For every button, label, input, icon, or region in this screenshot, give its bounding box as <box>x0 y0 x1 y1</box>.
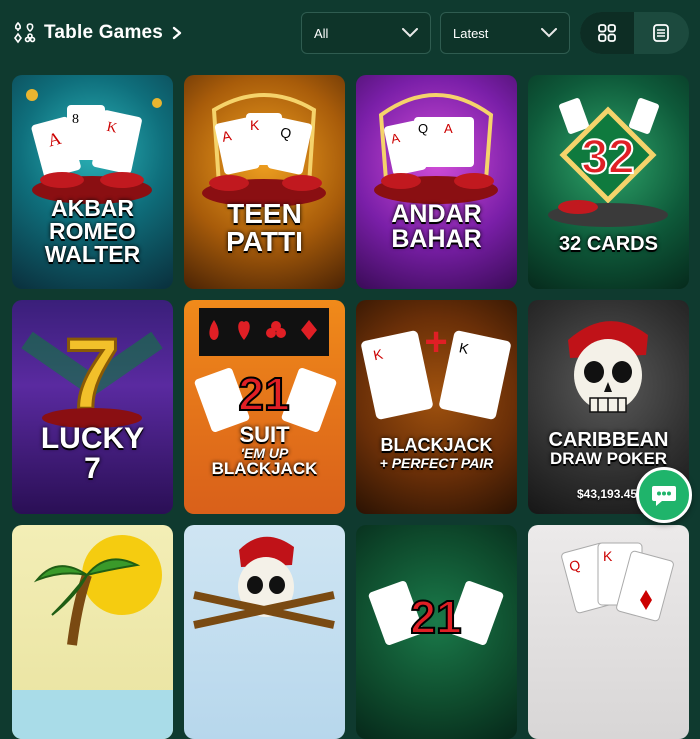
game-title-line: CARIBBEAN <box>548 429 669 451</box>
view-toggle <box>580 12 689 54</box>
game-artwork: 32 <box>548 98 668 227</box>
game-title-line: + PERFECT PAIR <box>379 455 494 471</box>
section-title: Table Games <box>44 22 164 43</box>
svg-text:A: A <box>444 121 453 136</box>
game-tile-pirate[interactable] <box>184 525 345 739</box>
game-title-akbar-romeo-walter: AKBAR ROMEO WALTER <box>12 197 173 266</box>
game-tile-32-cards[interactable]: 32 <box>528 75 689 289</box>
game-tile-cards-diamonds[interactable]: Q K <box>528 525 689 739</box>
svg-text:+: + <box>424 320 447 364</box>
filter-dropdown-value: All <box>314 25 329 41</box>
game-tile-island[interactable] <box>12 525 173 739</box>
card-suits-icon <box>14 21 36 44</box>
game-title-suit-em-up-blackjack: SUIT 'EM UP BLACKJACK <box>184 422 345 478</box>
section-title-link[interactable]: Table Games <box>12 18 183 48</box>
game-title-teen-patti: TEEN PATTI <box>184 200 345 256</box>
list-icon <box>653 24 669 42</box>
game-artwork <box>193 536 335 629</box>
grid-icon <box>598 24 616 42</box>
game-title-line: 7 <box>84 452 101 485</box>
chat-icon <box>652 486 676 506</box>
sort-dropdown-value: Latest <box>453 25 489 41</box>
jackpot-amount: $43,193.45 <box>577 487 638 501</box>
game-artwork: Q K <box>561 542 674 622</box>
game-badge: 21 <box>410 591 461 643</box>
svg-text:8: 8 <box>72 112 79 127</box>
game-title-line: BAHAR <box>391 225 482 253</box>
game-badge: 21 <box>238 368 289 420</box>
game-tile-blackjack-perfect-pair[interactable]: K K + <box>356 300 517 514</box>
chevron-down-icon <box>402 28 418 38</box>
game-title-andar-bahar: ANDAR BAHAR <box>356 202 517 252</box>
list-view-button[interactable] <box>634 12 688 54</box>
game-title-blackjack-perfect-pair: BLACKJACK + PERFECT PAIR <box>356 436 517 470</box>
game-artwork: K K + <box>361 320 511 420</box>
chevron-down-icon <box>541 28 557 38</box>
game-title-line: 32 CARDS <box>559 233 658 255</box>
game-title-lucky-7: LUCKY 7 <box>12 424 173 484</box>
live-chat-button[interactable] <box>636 467 692 523</box>
game-tile-blackjack-21[interactable]: 21 <box>356 525 517 739</box>
page-header: Table Games All Latest <box>0 0 700 70</box>
game-tile-andar-bahar[interactable]: A Q A <box>356 75 517 289</box>
game-title-32-cards: 32 CARDS <box>528 234 689 254</box>
game-artwork: A Q A <box>374 93 498 204</box>
game-title-line: BLACKJACK <box>211 459 318 478</box>
grid-view-button[interactable] <box>580 12 634 54</box>
game-artwork <box>12 535 173 739</box>
game-title-line: TEEN <box>227 198 302 229</box>
game-title-line: ROMEO <box>49 218 136 244</box>
game-artwork: 21 <box>368 580 504 646</box>
chevron-right-icon <box>172 26 182 40</box>
game-title-line: PATTI <box>226 226 303 257</box>
game-title-line: ANDAR <box>391 200 482 228</box>
game-badge: 32 <box>581 131 634 184</box>
sort-dropdown[interactable]: Latest <box>440 12 570 54</box>
svg-text:K: K <box>603 548 613 564</box>
game-tile-suit-em-up-blackjack[interactable]: 21 <box>184 300 345 514</box>
svg-text:K: K <box>250 117 260 133</box>
game-title-line: WALTER <box>44 241 141 267</box>
game-title-line: BLACKJACK <box>380 435 493 455</box>
svg-text:Q: Q <box>418 121 428 136</box>
game-title-line: SUIT <box>239 422 290 447</box>
game-title-line: AKBAR <box>50 195 135 221</box>
game-title-caribbean-draw-poker: CARIBBEAN DRAW POKER <box>528 430 689 467</box>
game-title-line: 'EM UP <box>240 445 289 461</box>
filter-dropdown[interactable]: All <box>301 12 431 54</box>
game-title-line: DRAW POKER <box>549 449 668 468</box>
game-artwork: 21 <box>194 308 337 433</box>
game-title-line: LUCKY <box>40 422 145 455</box>
